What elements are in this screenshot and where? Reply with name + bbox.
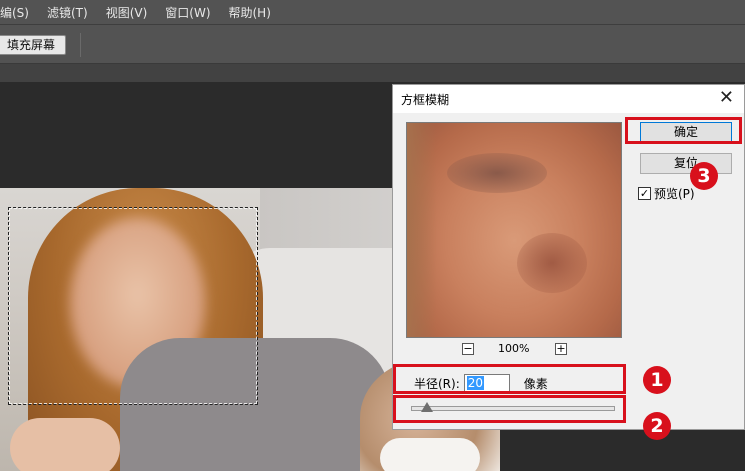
photo-dog-paw [380,438,480,471]
selection-marquee[interactable] [8,207,258,405]
zoom-controls: − 100% + [406,342,622,358]
fill-screen-button[interactable]: 填充屏幕 [0,35,67,55]
menu-help[interactable]: 帮助(H) [229,4,271,21]
zoom-out-button[interactable]: − [462,343,474,355]
menu-window[interactable]: 窗口(W) [165,4,210,21]
menu-filter[interactable]: 滤镜(T) [47,4,88,21]
preview-checkbox-row[interactable]: ✓ 预览(P) [638,185,695,202]
close-icon[interactable]: ✕ [719,87,734,109]
preview-hair [407,123,437,337]
step-badge-2: 2 [643,412,671,440]
zoom-in-button[interactable]: + [555,343,567,355]
reset-button[interactable]: 复位 [640,153,732,174]
photo-hand [10,418,120,471]
highlight-ok [625,117,742,144]
menu-view[interactable]: 视图(V) [106,4,148,21]
preview-nose [517,233,587,293]
menu-edit[interactable]: 编(S) [0,4,29,21]
document-tab-strip [0,64,745,82]
preview-checkbox-label: 预览(P) [654,187,695,201]
options-separator [80,33,81,57]
preview-checkbox[interactable]: ✓ [638,187,651,200]
zoom-percent: 100% [498,342,530,355]
step-badge-1: 1 [643,366,671,394]
menu-bar: 编(S) 滤镜(T) 视图(V) 窗口(W) 帮助(H) [0,0,745,24]
dialog-title: 方框模糊 [401,93,450,107]
preview-eye [447,153,547,193]
preview-thumbnail[interactable] [406,122,622,338]
dialog-title-bar[interactable]: 方框模糊 ✕ [393,85,744,113]
highlight-radius [393,364,626,394]
highlight-slider [393,395,626,423]
options-bar: 填充屏幕 [0,24,745,64]
step-badge-3: 3 [690,162,718,190]
